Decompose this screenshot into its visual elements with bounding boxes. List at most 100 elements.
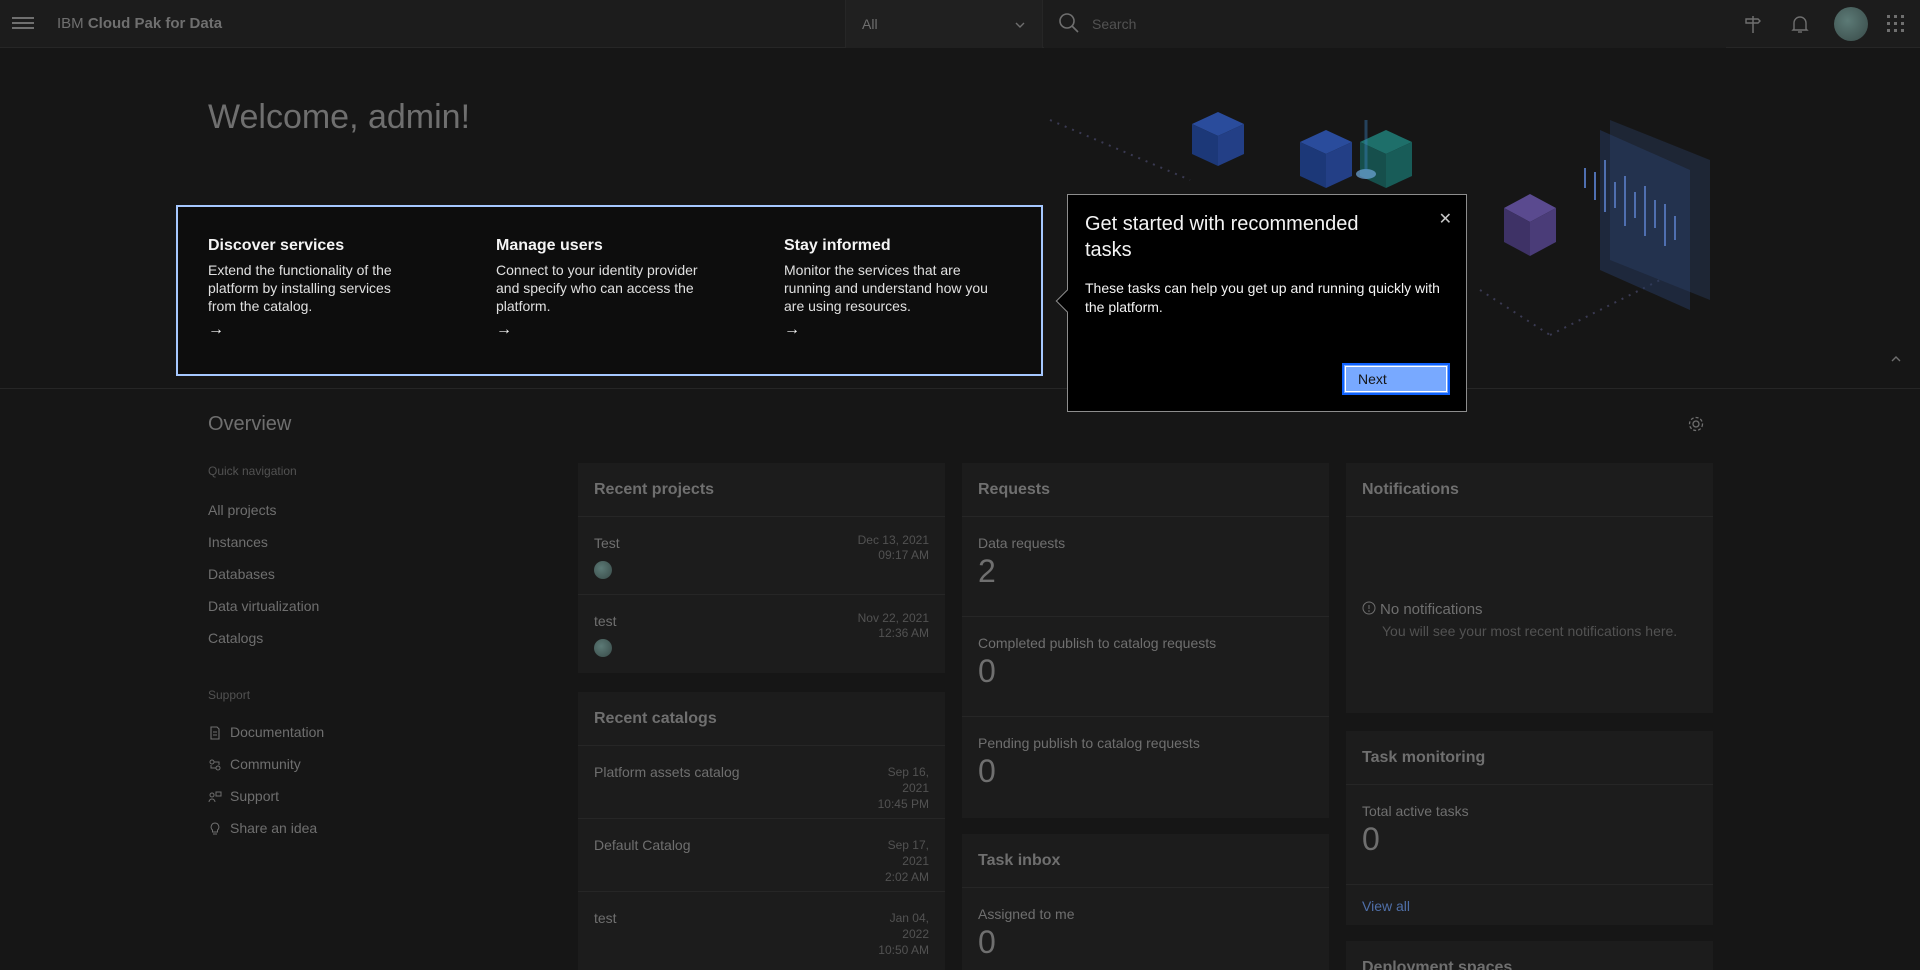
deployment-spaces-card: Deployment spaces	[1346, 941, 1713, 970]
card-title: Deployment spaces	[1362, 959, 1513, 970]
monitoring-count: 0	[1362, 821, 1380, 857]
close-icon[interactable]: ✕	[1439, 209, 1452, 229]
notifications-card: Notifications No notifications You will …	[1346, 463, 1713, 713]
popover-body: These tasks can help you get up and runn…	[1085, 280, 1440, 315]
catalog-date-line: 2021	[902, 781, 929, 795]
completed-publish-requests-item[interactable]: Completed publish to catalog requests 0	[962, 616, 1329, 716]
card-title: Recent catalogs	[594, 710, 717, 727]
chevron-up-icon[interactable]	[1890, 354, 1902, 364]
recent-projects-card: Recent projects Test Dec 13, 2021 09:17 …	[578, 463, 945, 673]
document-icon	[210, 726, 220, 740]
catalog-date: Sep 17, 2021 2:02 AM	[869, 837, 929, 885]
project-time-line: 09:17 AM	[878, 548, 929, 562]
catalog-date-line: Sep 16,	[887, 765, 929, 779]
task-description: Connect to your identity provider and sp…	[496, 262, 698, 314]
notification-bell-icon[interactable]	[1788, 12, 1812, 36]
project-name: Test	[594, 535, 620, 551]
task-stay-informed[interactable]: Stay informed Monitor the services that …	[784, 237, 994, 339]
nav-databases[interactable]: Databases	[208, 566, 319, 598]
user-avatar[interactable]	[1834, 7, 1868, 41]
support-documentation-link[interactable]: Documentation	[208, 724, 324, 756]
catalog-date: Jan 04, 2022 10:50 AM	[869, 910, 929, 958]
no-notifications-title: No notifications	[1380, 601, 1483, 618]
support-support-link[interactable]: Support	[208, 788, 324, 820]
catalog-date-line: 2022	[902, 927, 929, 941]
pending-publish-requests-item[interactable]: Pending publish to catalog requests 0	[962, 716, 1329, 816]
brand-prefix: IBM	[57, 15, 84, 32]
request-label: Data requests	[978, 535, 1066, 551]
top-header: IBM Cloud Pak for Data All	[0, 0, 1920, 48]
search-input[interactable]	[1092, 12, 1692, 36]
signpost-icon[interactable]	[1741, 12, 1765, 36]
chevron-down-icon	[1015, 22, 1025, 28]
hamburger-menu-icon[interactable]	[12, 14, 34, 34]
catalog-row[interactable]: test Jan 04, 2022 10:50 AM	[578, 891, 945, 964]
arrow-right-icon[interactable]: →	[784, 321, 994, 339]
data-requests-item[interactable]: Data requests 2	[962, 516, 1329, 616]
request-label: Pending publish to catalog requests	[978, 735, 1200, 751]
project-row[interactable]: Test Dec 13, 2021 09:17 AM	[578, 516, 945, 594]
brand-product: Cloud Pak for Data	[87, 15, 223, 32]
recommended-tasks-panel: Discover services Extend the functionali…	[176, 205, 1043, 376]
inbox-label: Assigned to me	[978, 906, 1075, 922]
request-count: 0	[978, 753, 996, 789]
catalog-date-line: Jan 04,	[889, 911, 929, 925]
task-description: Extend the functionality of the platform…	[208, 262, 392, 314]
requests-card: Requests Data requests 2 Completed publi…	[962, 463, 1329, 818]
catalog-date-line: 2021	[902, 854, 929, 868]
avatar	[594, 561, 612, 579]
support-item-label: Documentation	[230, 724, 325, 740]
quick-navigation-list: All projects Instances Databases Data vi…	[208, 502, 319, 662]
support-share-idea-link[interactable]: Share an idea	[208, 820, 324, 852]
project-date: Nov 22, 2021 12:36 AM	[858, 611, 929, 641]
arrow-right-icon[interactable]: →	[496, 321, 706, 339]
card-title: Task inbox	[978, 852, 1061, 869]
task-description: Monitor the services that are running an…	[784, 262, 988, 314]
support-list: Documentation Community Support Share an…	[208, 724, 324, 852]
settings-gear-icon[interactable]	[1687, 415, 1705, 433]
scope-dropdown[interactable]: All	[845, 0, 1043, 48]
catalog-date-line: 10:50 AM	[878, 943, 929, 957]
recent-catalogs-card: Recent catalogs Platform assets catalog …	[578, 692, 945, 970]
project-date-line: Dec 13, 2021	[857, 533, 929, 547]
task-title: Discover services	[208, 237, 345, 254]
catalog-row[interactable]: Platform assets catalog Sep 16, 2021 10:…	[578, 745, 945, 818]
support-item-label: Support	[230, 788, 280, 804]
support-community-link[interactable]: Community	[208, 756, 324, 788]
no-notifications-subtitle: You will see your most recent notificati…	[1382, 623, 1678, 639]
monitoring-label: Total active tasks	[1362, 803, 1469, 819]
task-discover-services[interactable]: Discover services Extend the functionali…	[208, 237, 418, 339]
support-item-label: Community	[230, 756, 301, 772]
popover-title: Get started with recommended tasks	[1085, 213, 1359, 261]
catalog-name: test	[594, 910, 617, 926]
card-title: Notifications	[1362, 481, 1459, 498]
app-switcher-icon[interactable]	[1884, 12, 1908, 36]
nav-catalogs[interactable]: Catalogs	[208, 630, 319, 662]
total-active-tasks-item: Total active tasks 0	[1346, 784, 1713, 884]
catalog-name: Default Catalog	[594, 837, 691, 853]
assigned-to-me-item[interactable]: Assigned to me 0	[962, 887, 1329, 970]
inbox-count: 0	[978, 924, 996, 960]
task-monitoring-card: Task monitoring Total active tasks 0 Vie…	[1346, 731, 1713, 925]
project-row[interactable]: test Nov 22, 2021 12:36 AM	[578, 594, 945, 672]
no-notifications: No notifications	[1362, 601, 1483, 618]
request-count: 0	[978, 653, 996, 689]
support-icon	[208, 791, 222, 803]
guided-tour-popover: Get started with recommended tasks ✕ The…	[1055, 194, 1467, 412]
arrow-right-icon[interactable]: →	[208, 321, 418, 339]
view-all-link[interactable]: View all	[1362, 898, 1410, 914]
nav-all-projects[interactable]: All projects	[208, 502, 319, 534]
catalog-name: Platform assets catalog	[594, 764, 740, 780]
idea-icon	[210, 822, 220, 835]
next-button[interactable]: Next	[1342, 363, 1450, 395]
search-icon[interactable]	[1058, 12, 1080, 34]
task-title: Stay informed	[784, 237, 891, 254]
nav-data-virtualization[interactable]: Data virtualization	[208, 598, 319, 630]
catalog-row[interactable]: Default Catalog Sep 17, 2021 2:02 AM	[578, 818, 945, 891]
scope-value: All	[862, 16, 878, 32]
brand-name[interactable]: IBM Cloud Pak for Data	[57, 15, 222, 32]
task-manage-users[interactable]: Manage users Connect to your identity pr…	[496, 237, 706, 339]
card-title: Recent projects	[594, 481, 715, 498]
nav-instances[interactable]: Instances	[208, 534, 319, 566]
task-title: Manage users	[496, 237, 603, 254]
